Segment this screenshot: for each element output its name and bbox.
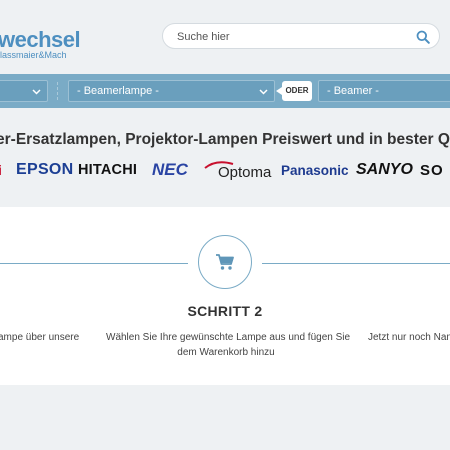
lamp-select-value: - Beamerlampe - xyxy=(77,85,159,97)
site-logo[interactable]: wechsel lassmaier&Mach xyxy=(0,27,81,61)
oder-badge: ODER xyxy=(282,81,312,101)
step-2-circle xyxy=(198,235,252,289)
divider xyxy=(57,82,58,100)
step-connector-left xyxy=(0,263,188,264)
brand-logo-sanyo[interactable]: SANYO xyxy=(356,161,413,179)
step-connector-right xyxy=(262,263,450,264)
brand-logo-partial[interactable]: i xyxy=(0,162,2,178)
brand-logo-panasonic[interactable]: Panasonic xyxy=(281,163,349,178)
chevron-down-icon xyxy=(32,89,41,95)
search-icon[interactable] xyxy=(416,30,430,44)
beamer-select[interactable]: - Beamer - xyxy=(318,80,450,102)
brand-logo-hitachi[interactable]: HITACHI xyxy=(78,162,137,178)
step-1-description: ampe über unsere xyxy=(0,332,80,343)
step-2-description-line1: Wählen Sie Ihre gewünschte Lampe aus und… xyxy=(106,332,351,343)
brand-logo-row: i EPSON HITACHI NEC Optoma Panasonic SAN… xyxy=(0,159,450,185)
steps-panel: SCHRITT 2 ampe über unsere Wählen Sie Ih… xyxy=(0,207,450,385)
brand-logo-optoma[interactable]: Optoma xyxy=(218,164,271,181)
search-box xyxy=(162,23,440,49)
search-input[interactable] xyxy=(177,28,407,45)
step-2-description-line2: dem Warenkorb hinzu xyxy=(177,347,275,358)
brand-logo-nec[interactable]: NEC xyxy=(152,160,188,180)
shopping-cart-icon xyxy=(216,254,234,270)
chevron-down-icon xyxy=(259,89,268,95)
step-2-description: Wählen Sie Ihre gewünschte Lampe aus und… xyxy=(106,330,351,360)
brand-logo-epson[interactable]: EPSON xyxy=(16,161,74,179)
step-3-description: Jetzt nur noch Nam xyxy=(368,332,450,343)
beamer-select-value: - Beamer - xyxy=(327,85,379,97)
page-headline: er-Ersatzlampen, Projektor-Lampen Preisw… xyxy=(0,131,450,148)
logo-main-text: wechsel xyxy=(0,27,81,52)
site-header: wechsel lassmaier&Mach xyxy=(0,0,450,74)
lamp-finder-bar: - Beamerlampe - - Beamer - xyxy=(0,74,450,108)
brand-logo-sony-partial[interactable]: SO xyxy=(420,162,444,179)
lamp-select[interactable]: - Beamerlampe - xyxy=(68,80,275,102)
step-2-title: SCHRITT 2 xyxy=(187,303,263,319)
manufacturer-select[interactable] xyxy=(0,80,48,102)
